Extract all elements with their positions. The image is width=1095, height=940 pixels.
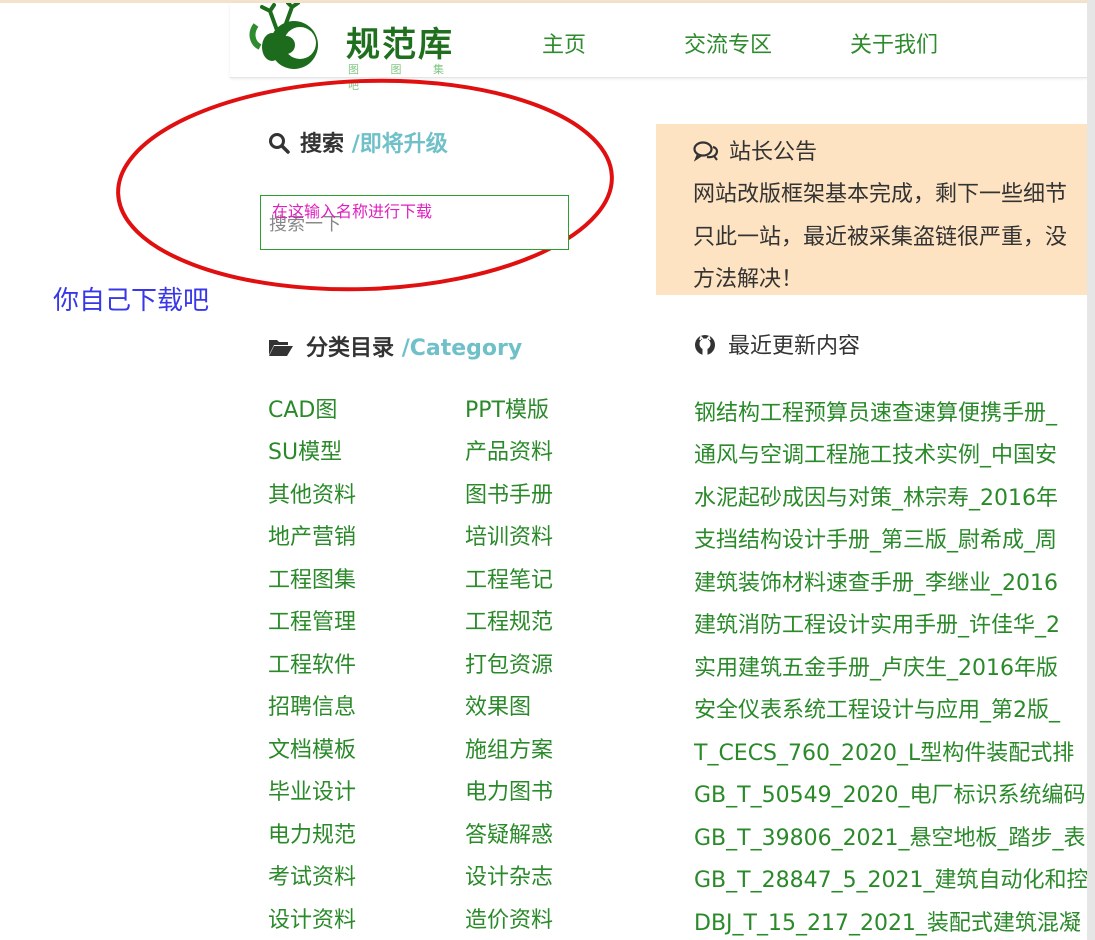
annotation-note-blue: 你自己下载吧 xyxy=(53,286,210,316)
update-link[interactable]: 建筑消防工程设计实用手册_许佳华_2 xyxy=(694,607,1087,639)
category-link[interactable]: 招聘信息 xyxy=(268,689,356,721)
notice-line: 只此一站，最近被采集盗链很严重，没 xyxy=(693,225,1068,250)
update-link[interactable]: GB_T_50549_2020_电厂标识系统编码 xyxy=(694,777,1087,809)
category-link[interactable]: 工程软件 xyxy=(268,647,356,679)
search-icon xyxy=(269,133,290,154)
category-link[interactable]: 造价资料 xyxy=(465,902,553,934)
update-link[interactable]: 支挡结构设计手册_第三版_尉希成_周 xyxy=(694,522,1087,554)
search-title: 搜索 xyxy=(300,132,345,157)
update-link[interactable]: 安全仪表系统工程设计与应用_第2版_ xyxy=(694,692,1087,724)
category-link[interactable]: 产品资料 xyxy=(465,434,553,466)
search-subtitle: /即将升级 xyxy=(351,132,448,157)
update-link[interactable]: GB_T_28847_5_2021_建筑自动化和控 xyxy=(694,862,1087,894)
category-link[interactable]: 图书手册 xyxy=(465,477,553,509)
site-logo[interactable]: 规范库 图 图 集 吧 xyxy=(248,3,458,92)
update-link[interactable]: DBJ_T_15_217_2021_装配式建筑混凝 xyxy=(694,905,1087,937)
category-link[interactable]: 工程规范 xyxy=(465,604,553,636)
update-link[interactable]: 建筑装饰材料速查手册_李继业_2016 xyxy=(694,565,1087,597)
category-link[interactable]: 考试资料 xyxy=(268,859,356,891)
annotation-circle xyxy=(116,78,614,292)
category-link[interactable]: 施组方案 xyxy=(465,732,553,764)
logo-text: 规范库 xyxy=(346,25,454,65)
category-link[interactable]: SU模型 xyxy=(268,434,342,466)
category-link[interactable]: 设计资料 xyxy=(268,902,356,934)
folder-open-icon xyxy=(269,340,293,356)
notice-title: 站长公告 xyxy=(729,140,818,165)
updates-heading: 最近更新内容 xyxy=(694,328,860,360)
updates-title: 最近更新内容 xyxy=(728,334,861,359)
header-navbar: 规范库 图 图 集 吧 主页 交流专区 关于我们 xyxy=(230,3,1087,92)
category-link[interactable]: 毕业设计 xyxy=(268,774,356,806)
category-subtitle: /Category xyxy=(401,336,523,361)
category-title: 分类目录 xyxy=(306,336,395,361)
deer-logo-icon xyxy=(249,3,318,69)
github-icon xyxy=(695,335,715,355)
category-link[interactable]: 文档模板 xyxy=(268,732,356,764)
category-link[interactable]: CAD图 xyxy=(268,392,337,424)
category-link[interactable]: 工程笔记 xyxy=(465,562,553,594)
category-link[interactable]: 电力图书 xyxy=(465,774,553,806)
category-link[interactable]: 答疑解惑 xyxy=(465,817,553,849)
notice-panel: 站长公告 网站改版框架基本完成，剩下一些细节 只此一站，最近被采集盗链很严重，没… xyxy=(656,124,1087,295)
update-link[interactable]: 水泥起砂成因与对策_林宗寿_2016年 xyxy=(694,480,1087,512)
nav-forum[interactable]: 交流专区 xyxy=(684,27,772,59)
category-link[interactable]: PPT模版 xyxy=(465,392,549,424)
category-link[interactable]: 打包资源 xyxy=(465,647,553,679)
notice-line: 方法解决！ xyxy=(693,267,804,292)
category-link[interactable]: 设计杂志 xyxy=(465,859,553,891)
notice-heading: 站长公告 xyxy=(693,134,817,166)
category-link[interactable]: 效果图 xyxy=(465,689,531,721)
category-link[interactable]: 其他资料 xyxy=(268,477,356,509)
update-link[interactable]: 钢结构工程预算员速查速算便携手册_ xyxy=(694,395,1087,427)
update-link[interactable]: GB_T_39806_2021_悬空地板_踏步_表 xyxy=(694,820,1087,852)
comments-icon xyxy=(693,141,719,162)
update-link[interactable]: 通风与空调工程施工技术实例_中国安 xyxy=(694,437,1087,469)
category-link[interactable]: 地产营销 xyxy=(268,519,356,551)
update-link[interactable]: T_CECS_760_2020_L型构件装配式排 xyxy=(694,735,1087,767)
notice-line: 网站改版框架基本完成，剩下一些细节 xyxy=(693,182,1068,207)
category-heading: 分类目录 /Category xyxy=(268,330,522,362)
category-link[interactable]: 培训资料 xyxy=(465,519,553,551)
category-link[interactable]: 工程图集 xyxy=(268,562,356,594)
update-link[interactable]: 实用建筑五金手册_卢庆生_2016年版 xyxy=(694,650,1087,682)
nav-home[interactable]: 主页 xyxy=(542,27,586,59)
search-heading: 搜索 /即将升级 xyxy=(268,126,448,158)
window-scrollbar[interactable] xyxy=(1087,0,1095,940)
nav-about[interactable]: 关于我们 xyxy=(850,27,938,59)
category-link[interactable]: 工程管理 xyxy=(268,604,356,636)
category-link[interactable]: 电力规范 xyxy=(268,817,356,849)
annotation-note-pink: 在这输入名称进行下载 xyxy=(272,202,433,221)
